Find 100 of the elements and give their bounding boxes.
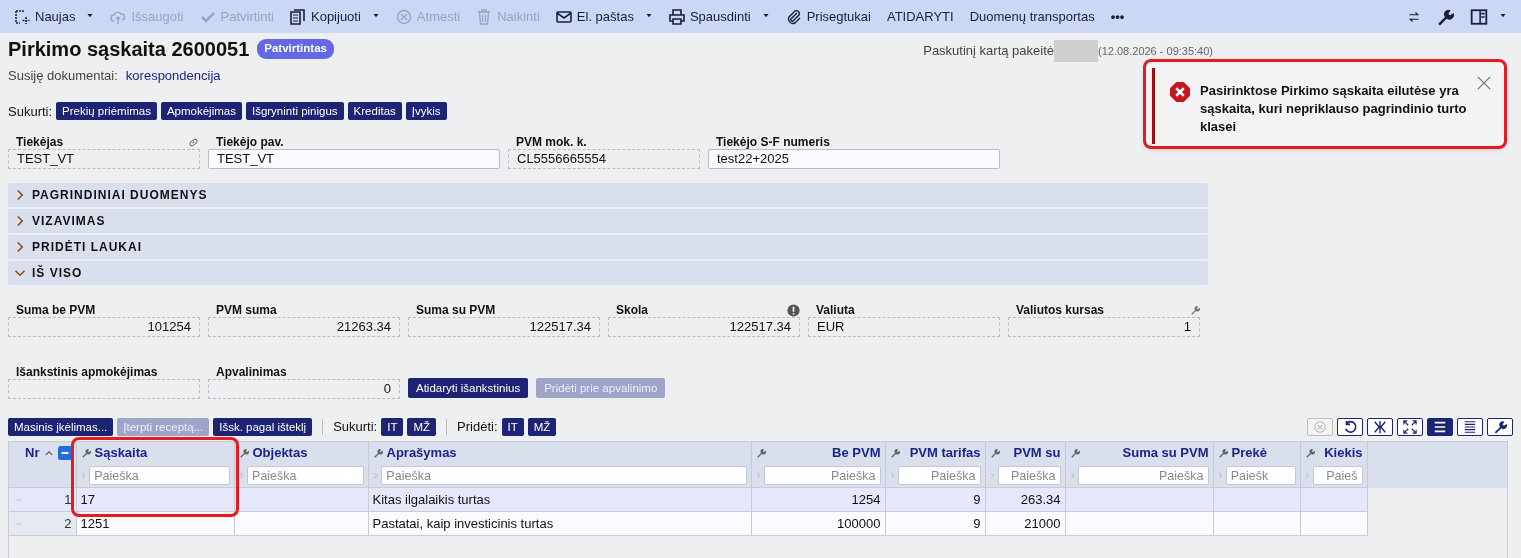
filter-field[interactable]: Paieška <box>247 466 364 486</box>
field-label: Suma be PVM <box>16 303 96 317</box>
toolbar-button[interactable]: El. paštas <box>549 0 659 33</box>
filter-field[interactable]: Paieška <box>89 466 230 486</box>
sort-up-icon <box>43 448 54 458</box>
create-button[interactable]: Įvykis <box>405 102 447 121</box>
view-button[interactable] <box>1457 417 1483 436</box>
wrench-icon[interactable] <box>989 448 1000 458</box>
wrench-icon[interactable] <box>1069 448 1080 458</box>
create-button[interactable]: MŽ <box>407 417 437 436</box>
wrench-icon[interactable] <box>1217 448 1228 458</box>
create-button[interactable]: Prekių priėmimas <box>56 102 157 121</box>
section-header[interactable]: VIZAVIMAS <box>8 209 1208 233</box>
chevron-right-icon <box>1304 471 1310 481</box>
table-cell: 17 <box>76 487 234 512</box>
caret-icon <box>1499 14 1507 19</box>
create-button[interactable]: Kreditas <box>347 102 402 121</box>
table-cell: 1254 <box>751 487 885 512</box>
column-header[interactable]: Nr <box>25 443 40 463</box>
filter-field[interactable]: Paieš <box>1312 466 1363 486</box>
wrench-icon[interactable] <box>1304 448 1315 458</box>
readonly-field: 122517.34 <box>608 317 800 337</box>
column-header[interactable]: Be PVM <box>832 443 881 463</box>
wrench-icon[interactable] <box>80 448 91 458</box>
expand-arrows-icon <box>1403 419 1417 434</box>
field-label: Išankstinis apmokėjimas <box>16 365 158 379</box>
section-header[interactable]: IŠ VISO <box>8 261 1208 285</box>
envelope-icon <box>555 8 572 25</box>
section-header[interactable]: PRIDĖTI LAUKAI <box>8 235 1208 259</box>
column-header[interactable]: Sąskaita <box>94 443 148 463</box>
chevron-right-icon <box>238 471 245 481</box>
wrench-icon <box>1190 305 1200 315</box>
toolbar-button[interactable]: Spausdinti <box>662 0 776 33</box>
wrench-icon <box>1493 419 1507 434</box>
status-pill: Patvirtintas <box>257 39 334 59</box>
create-button[interactable]: Išgryninti pinigus <box>245 102 344 121</box>
toolbar-button[interactable]: Duomenų transportas <box>963 0 1101 33</box>
wrench-icon[interactable] <box>238 448 249 458</box>
filter-field[interactable]: Paiešk <box>1225 466 1296 486</box>
table-cell: 9 <box>885 487 985 512</box>
table-cell: 263.34 <box>985 487 1065 512</box>
column-header[interactable]: PVM tarifas <box>909 443 981 463</box>
column-header[interactable]: Suma su PVM <box>1122 443 1209 463</box>
table-cell: Pastatai, kaip investicinis turtas <box>368 511 751 536</box>
trash-icon <box>476 8 493 25</box>
input-field[interactable]: test22+2025 <box>708 149 1000 169</box>
column-header[interactable]: Kiekis <box>1324 443 1363 463</box>
input-field[interactable]: TEST_VT <box>208 149 500 169</box>
column-header[interactable]: Aprašymas <box>386 443 457 463</box>
view-button[interactable] <box>1367 417 1393 436</box>
filter-field[interactable]: Paieška <box>1078 466 1209 486</box>
table-button[interactable]: Masinis įkėlimas... <box>8 417 114 436</box>
readonly-field: 101254 <box>8 317 200 337</box>
chevron-right-icon <box>80 471 87 481</box>
action-button[interactable]: Atidaryti išankstinius <box>408 378 529 398</box>
column-header[interactable]: PVM su <box>1013 443 1061 463</box>
lines-icon <box>1433 419 1447 434</box>
related-link[interactable]: korespondencija <box>125 66 221 86</box>
add-button[interactable]: MŽ <box>527 417 557 436</box>
readonly-field: EUR <box>808 317 1000 337</box>
add-button[interactable]: IT <box>501 417 524 436</box>
panel-layout-icon <box>1470 7 1488 26</box>
more-button[interactable]: ••• <box>1104 0 1131 33</box>
readonly-field: TEST_VT <box>8 149 200 169</box>
cancel-circle-icon <box>1313 419 1327 434</box>
view-button[interactable] <box>1487 417 1513 436</box>
filter-field[interactable]: Paieška <box>997 466 1061 486</box>
field-label: PVM mok. k. <box>516 135 587 149</box>
chevron-right-icon <box>989 471 995 481</box>
paperclip-icon <box>785 8 802 25</box>
wrench-icon[interactable] <box>372 448 383 458</box>
create-button[interactable]: IT <box>381 417 404 436</box>
related-label: Susiję dokumentai: <box>8 67 118 85</box>
cancel-circle-icon <box>395 8 412 25</box>
section-header[interactable]: PAGRINDINIAI DUOMENYS <box>8 183 1208 207</box>
filter-field[interactable]: Paieška <box>897 466 981 486</box>
swap-arrows-icon <box>1408 10 1420 23</box>
undo-icon <box>1343 419 1357 434</box>
column-header[interactable]: Objektas <box>252 443 308 463</box>
toolbar-button[interactable]: Kopijuoti <box>284 0 386 33</box>
wrench-icon[interactable] <box>755 448 766 458</box>
field-label: Tiekėjo S-F numeris <box>716 135 830 149</box>
column-header[interactable]: Prekė <box>1231 443 1267 463</box>
toolbar-button[interactable]: ATIDARYTI <box>880 0 960 33</box>
alert-icon <box>787 303 800 317</box>
new-document-icon <box>14 8 30 25</box>
filter-field[interactable]: Paieška <box>381 466 747 486</box>
create-button[interactable]: Apmokėjimas <box>160 102 242 121</box>
dense-lines-icon <box>1463 419 1477 434</box>
toolbar-button[interactable]: Prisegtukai <box>779 0 877 33</box>
table-button[interactable]: Išsk. pagal išteklį <box>213 417 313 436</box>
view-button[interactable] <box>1427 417 1453 436</box>
field-label: Skola <box>616 303 648 317</box>
wrench-icon[interactable] <box>889 448 900 458</box>
view-button[interactable] <box>1337 417 1363 436</box>
toolbar-button[interactable]: Naujas <box>8 0 101 33</box>
table-cell: 9 <box>885 511 985 536</box>
field-label: Tiekėjas <box>16 135 64 149</box>
view-button[interactable] <box>1397 417 1423 436</box>
filter-field[interactable]: Paieška <box>764 466 881 486</box>
